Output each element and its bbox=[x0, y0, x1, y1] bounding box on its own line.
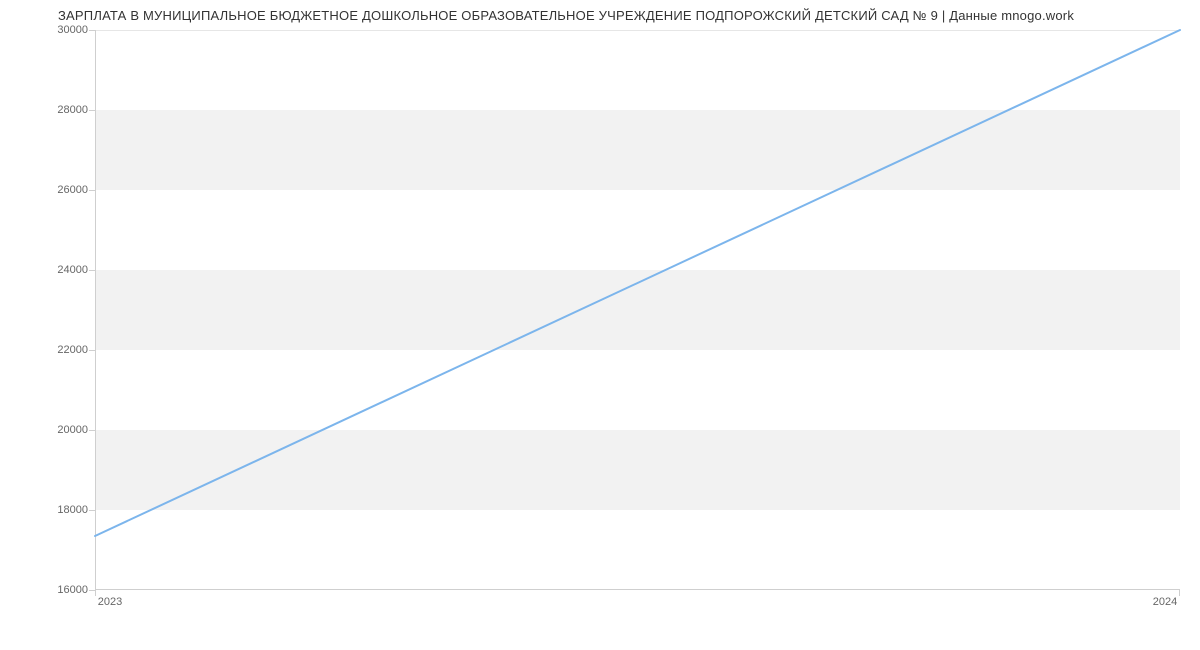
chart-title: ЗАРПЛАТА В МУНИЦИПАЛЬНОЕ БЮДЖЕТНОЕ ДОШКО… bbox=[58, 8, 1074, 23]
y-tick-label: 18000 bbox=[38, 504, 88, 516]
x-tick-label: 2024 bbox=[1153, 596, 1177, 608]
x-tick-mark bbox=[95, 590, 96, 596]
y-tick-label: 22000 bbox=[38, 344, 88, 356]
salary-line-chart: ЗАРПЛАТА В МУНИЦИПАЛЬНОЕ БЮДЖЕТНОЕ ДОШКО… bbox=[0, 0, 1200, 650]
plot-area bbox=[95, 30, 1180, 590]
y-tick-label: 26000 bbox=[38, 184, 88, 196]
y-tick-label: 30000 bbox=[38, 24, 88, 36]
x-tick-mark bbox=[1179, 590, 1180, 596]
x-tick-label: 2023 bbox=[98, 596, 122, 608]
y-tick-label: 24000 bbox=[38, 264, 88, 276]
series-line bbox=[95, 30, 1180, 536]
y-tick-label: 28000 bbox=[38, 104, 88, 116]
y-tick-label: 20000 bbox=[38, 424, 88, 436]
series-svg bbox=[95, 30, 1180, 590]
y-tick-label: 16000 bbox=[38, 584, 88, 596]
